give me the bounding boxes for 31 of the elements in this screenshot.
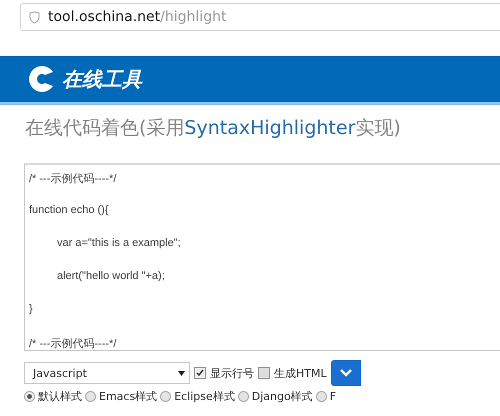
radio-button[interactable] [238,391,249,402]
language-select[interactable]: Javascript [24,362,190,384]
code-input[interactable]: /* ---示例代码----*/ function echo (){ var a="this is a example"; alert("hello world "+a); } /* ---示例代码----*/ [24,163,500,351]
radio-button[interactable] [316,391,327,402]
radio-button[interactable] [85,391,96,402]
code-line: function echo (){ [29,204,110,217]
chevron-down-icon [340,369,352,377]
checkbox[interactable] [194,367,206,379]
checkbox[interactable] [258,367,270,379]
radio-label: F [330,390,336,403]
address-bar[interactable]: tool.oschina.net/highlight [20,3,500,31]
radio-button[interactable] [160,391,172,402]
radio-label: 默认样式 [38,389,82,404]
logo-text: 在线工具 [62,66,142,92]
code-line: /* ---示例代码----*/ [29,337,118,349]
checkbox-label: 生成HTML [274,366,327,380]
radio-label: Django样式 [252,389,313,404]
page-heading: 在线代码着色(采用SyntaxHighlighter实现) [24,116,402,141]
checkbox-label: 显示行号 [210,366,254,380]
radio-label: Emacs样式 [99,389,158,404]
shield-icon [29,10,40,24]
code-line: } [29,303,34,316]
submit-button[interactable] [330,360,361,386]
url-path: /highlight [160,9,226,25]
code-line: var a="this is a example"; [56,237,182,250]
radio-label: Eclipse样式 [174,389,235,404]
url-host: tool.oschina.net [48,9,160,25]
dropdown-icon [178,370,185,376]
radio-button[interactable] [24,391,35,402]
code-line: /* ---示例代码----*/ [29,172,118,184]
code-line: alert("hello world "+a); [56,270,166,283]
